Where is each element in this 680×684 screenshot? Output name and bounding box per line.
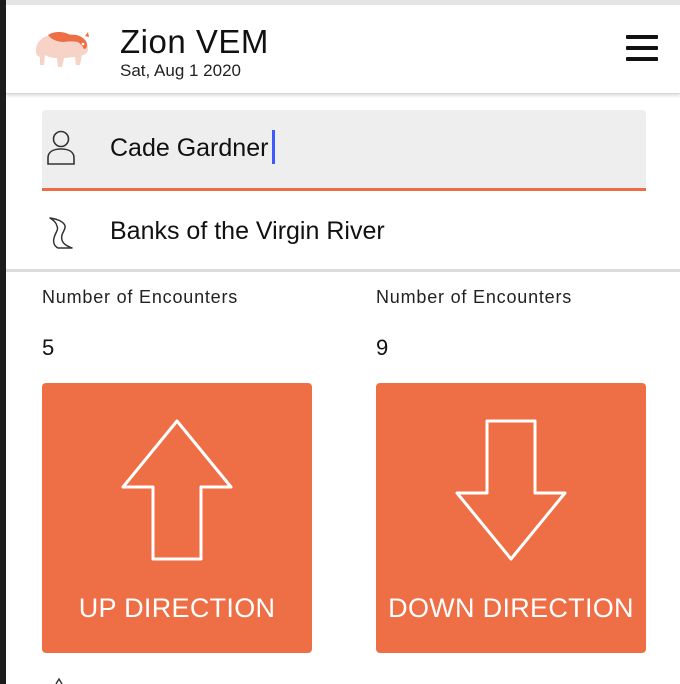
down-direction-button[interactable]: DOWN DIRECTION bbox=[376, 383, 646, 653]
hamburger-menu-icon[interactable] bbox=[624, 33, 660, 63]
partial-icon bbox=[55, 678, 63, 684]
down-encounters-count: 9 bbox=[376, 335, 389, 360]
bison-logo bbox=[36, 32, 89, 67]
observer-name-value: Cade Gardner bbox=[110, 134, 269, 162]
up-encounters-label: Number of Encounters bbox=[42, 287, 239, 307]
app-date: Sat, Aug 1 2020 bbox=[120, 61, 241, 80]
app-title: Zion VEM bbox=[120, 23, 269, 60]
app-screen: Zion VEM Sat, Aug 1 2020 Cade Gardner Ba… bbox=[6, 0, 680, 684]
location-value: Banks of the Virgin River bbox=[110, 217, 385, 245]
section-divider bbox=[6, 269, 680, 272]
app-bar: Zion VEM Sat, Aug 1 2020 bbox=[6, 5, 680, 94]
menu-line bbox=[626, 46, 658, 50]
up-direction-label: UP DIRECTION bbox=[78, 593, 276, 623]
river-icon bbox=[49, 217, 73, 249]
location-field[interactable]: Banks of the Virgin River bbox=[42, 200, 646, 264]
up-encounters-count: 5 bbox=[42, 335, 55, 360]
menu-line bbox=[626, 35, 658, 39]
person-icon bbox=[47, 130, 75, 165]
text-caret bbox=[272, 130, 275, 164]
down-encounters-label: Number of Encounters bbox=[376, 287, 573, 307]
down-direction-label: DOWN DIRECTION bbox=[388, 593, 634, 623]
menu-line bbox=[626, 57, 658, 61]
observer-name-field[interactable]: Cade Gardner bbox=[42, 110, 646, 191]
up-direction-button[interactable]: UP DIRECTION bbox=[42, 383, 312, 653]
